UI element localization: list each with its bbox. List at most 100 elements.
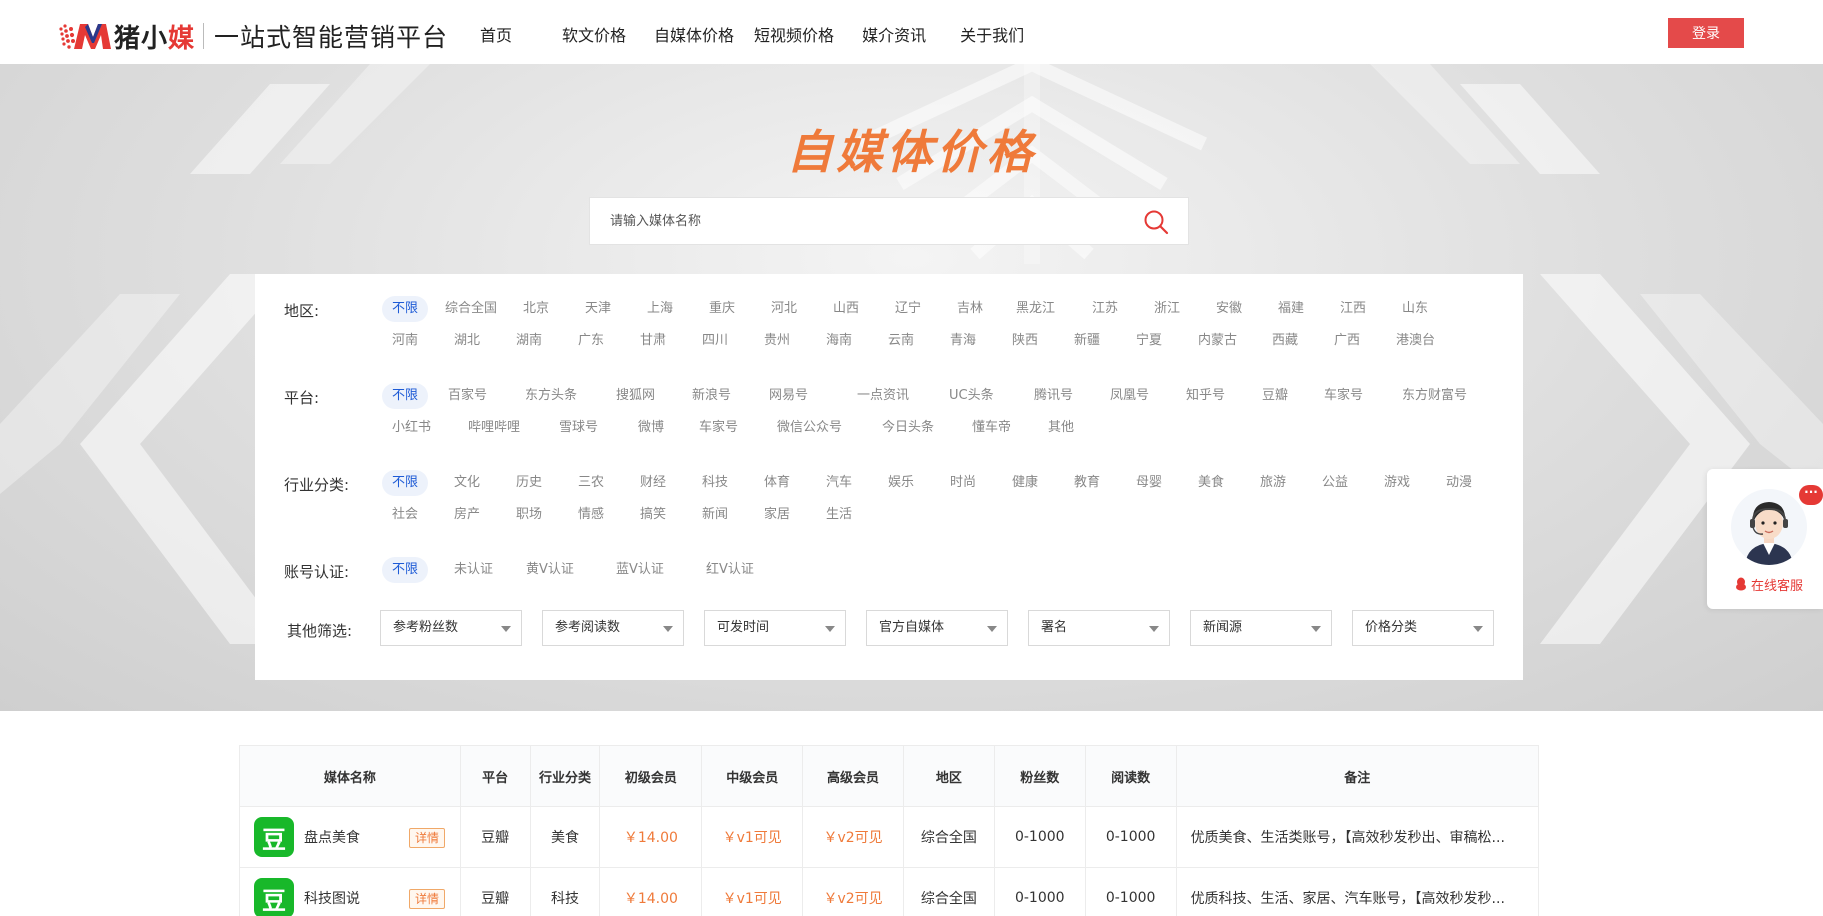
industry-option[interactable]: 家居 <box>754 502 800 528</box>
region-option[interactable]: 陕西 <box>1002 328 1048 354</box>
platform-option[interactable]: 其他 <box>1038 415 1084 441</box>
industry-option[interactable]: 财经 <box>630 470 676 496</box>
login-button[interactable]: 登录 <box>1668 18 1744 48</box>
col-media-name[interactable]: 媒体名称 <box>240 746 461 806</box>
industry-option[interactable]: 娱乐 <box>878 470 924 496</box>
platform-option[interactable]: 东方头条 <box>515 383 587 409</box>
news-source-select[interactable]: 新闻源 <box>1190 610 1332 646</box>
industry-option[interactable]: 美食 <box>1188 470 1234 496</box>
online-service-widget[interactable]: ··· 在线客服 <box>1707 469 1823 609</box>
industry-option[interactable]: 不限 <box>382 470 429 496</box>
table-row[interactable]: 豆 盘点美食 详情 豆瓣 美食 ￥14.00 ￥v1可见 ￥v2可见 综合全国 … <box>240 807 1538 868</box>
platform-option[interactable]: 腾讯号 <box>1024 383 1083 409</box>
region-option[interactable]: 湖北 <box>444 328 490 354</box>
industry-option[interactable]: 旅游 <box>1250 470 1296 496</box>
col-reads[interactable]: 阅读数 <box>1086 746 1177 806</box>
official-select[interactable]: 官方自媒体 <box>866 610 1008 646</box>
col-mid-member[interactable]: 中级会员 <box>702 746 804 806</box>
nav-media-news[interactable]: 媒介资讯 <box>862 22 926 46</box>
platform-option[interactable]: 网易号 <box>759 383 818 409</box>
platform-option[interactable]: 新浪号 <box>682 383 741 409</box>
industry-option[interactable]: 房产 <box>444 502 490 528</box>
nav-article-price[interactable]: 软文价格 <box>562 22 626 46</box>
region-option[interactable]: 山西 <box>823 296 869 322</box>
verify-option[interactable]: 不限 <box>382 557 429 583</box>
region-option[interactable]: 山东 <box>1392 296 1438 322</box>
industry-option[interactable]: 体育 <box>754 470 800 496</box>
industry-option[interactable]: 新闻 <box>692 502 738 528</box>
region-option[interactable]: 广东 <box>568 328 614 354</box>
industry-option[interactable]: 健康 <box>1002 470 1048 496</box>
detail-button[interactable]: 详情 <box>409 889 446 909</box>
industry-option[interactable]: 搞笑 <box>630 502 676 528</box>
platform-option[interactable]: 雪球号 <box>549 415 608 441</box>
industry-option[interactable]: 社会 <box>382 502 428 528</box>
industry-option[interactable]: 文化 <box>444 470 490 496</box>
nav-about[interactable]: 关于我们 <box>960 22 1024 46</box>
verify-option[interactable]: 红V认证 <box>696 557 764 583</box>
col-region[interactable]: 地区 <box>904 746 995 806</box>
region-option[interactable]: 北京 <box>513 296 559 322</box>
platform-option[interactable]: 车家号 <box>1314 383 1373 409</box>
detail-button[interactable]: 详情 <box>409 828 446 848</box>
region-option[interactable]: 天津 <box>575 296 621 322</box>
platform-option[interactable]: 一点资讯 <box>847 383 919 409</box>
platform-option[interactable]: 微信公众号 <box>767 415 852 441</box>
platform-option[interactable]: UC头条 <box>939 383 1004 409</box>
platform-option[interactable]: 知乎号 <box>1176 383 1235 409</box>
fans-select[interactable]: 参考粉丝数 <box>380 610 522 646</box>
platform-option[interactable]: 搜狐网 <box>606 383 665 409</box>
industry-option[interactable]: 三农 <box>568 470 614 496</box>
platform-option[interactable]: 百家号 <box>438 383 497 409</box>
region-option[interactable]: 广西 <box>1324 328 1370 354</box>
platform-option[interactable]: 今日头条 <box>872 415 944 441</box>
region-option[interactable]: 浙江 <box>1144 296 1190 322</box>
industry-option[interactable]: 汽车 <box>816 470 862 496</box>
industry-option[interactable]: 生活 <box>816 502 862 528</box>
region-option[interactable]: 安徽 <box>1206 296 1252 322</box>
search-icon[interactable] <box>1143 209 1169 235</box>
region-option[interactable]: 河北 <box>761 296 807 322</box>
publish-time-select[interactable]: 可发时间 <box>704 610 846 646</box>
platform-option[interactable]: 哔哩哔哩 <box>458 415 530 441</box>
industry-option[interactable]: 职场 <box>506 502 552 528</box>
col-industry[interactable]: 行业分类 <box>531 746 601 806</box>
region-option[interactable]: 黑龙江 <box>1006 296 1065 322</box>
col-fans[interactable]: 粉丝数 <box>995 746 1086 806</box>
platform-option[interactable]: 东方财富号 <box>1392 383 1477 409</box>
col-basic-member[interactable]: 初级会员 <box>600 746 703 806</box>
region-option[interactable]: 重庆 <box>699 296 745 322</box>
region-option[interactable]: 内蒙古 <box>1188 328 1247 354</box>
industry-option[interactable]: 公益 <box>1312 470 1358 496</box>
site-logo[interactable]: 猪小媒 一站式智能营销平台 <box>58 20 448 54</box>
platform-option[interactable]: 车家号 <box>689 415 748 441</box>
table-row[interactable]: 豆 科技图说 详情 豆瓣 科技 ￥14.00 ￥v1可见 ￥v2可见 综合全国 … <box>240 868 1538 916</box>
verify-option[interactable]: 黄V认证 <box>516 557 584 583</box>
region-option[interactable]: 港澳台 <box>1386 328 1445 354</box>
nav-selfmedia-price[interactable]: 自媒体价格 <box>654 22 734 46</box>
region-option[interactable]: 宁夏 <box>1126 328 1172 354</box>
region-option[interactable]: 西藏 <box>1262 328 1308 354</box>
industry-option[interactable]: 母婴 <box>1126 470 1172 496</box>
platform-option[interactable]: 凤凰号 <box>1100 383 1159 409</box>
industry-option[interactable]: 时尚 <box>940 470 986 496</box>
region-option[interactable]: 吉林 <box>947 296 993 322</box>
region-option[interactable]: 新疆 <box>1064 328 1110 354</box>
verify-option[interactable]: 蓝V认证 <box>606 557 674 583</box>
region-option[interactable]: 江苏 <box>1082 296 1128 322</box>
platform-option[interactable]: 微博 <box>628 415 674 441</box>
media-name[interactable]: 科技图说 <box>304 888 360 908</box>
nav-video-price[interactable]: 短视频价格 <box>754 22 834 46</box>
price-category-select[interactable]: 价格分类 <box>1352 610 1494 646</box>
platform-option[interactable]: 豆瓣 <box>1252 383 1298 409</box>
region-option[interactable]: 综合全国 <box>435 296 507 322</box>
industry-option[interactable]: 教育 <box>1064 470 1110 496</box>
region-option[interactable]: 四川 <box>692 328 738 354</box>
platform-option[interactable]: 小红书 <box>382 415 441 441</box>
region-option[interactable]: 湖南 <box>506 328 552 354</box>
nav-home[interactable]: 首页 <box>480 22 512 46</box>
industry-option[interactable]: 科技 <box>692 470 738 496</box>
reads-select[interactable]: 参考阅读数 <box>542 610 684 646</box>
industry-option[interactable]: 情感 <box>568 502 614 528</box>
region-option[interactable]: 上海 <box>637 296 683 322</box>
